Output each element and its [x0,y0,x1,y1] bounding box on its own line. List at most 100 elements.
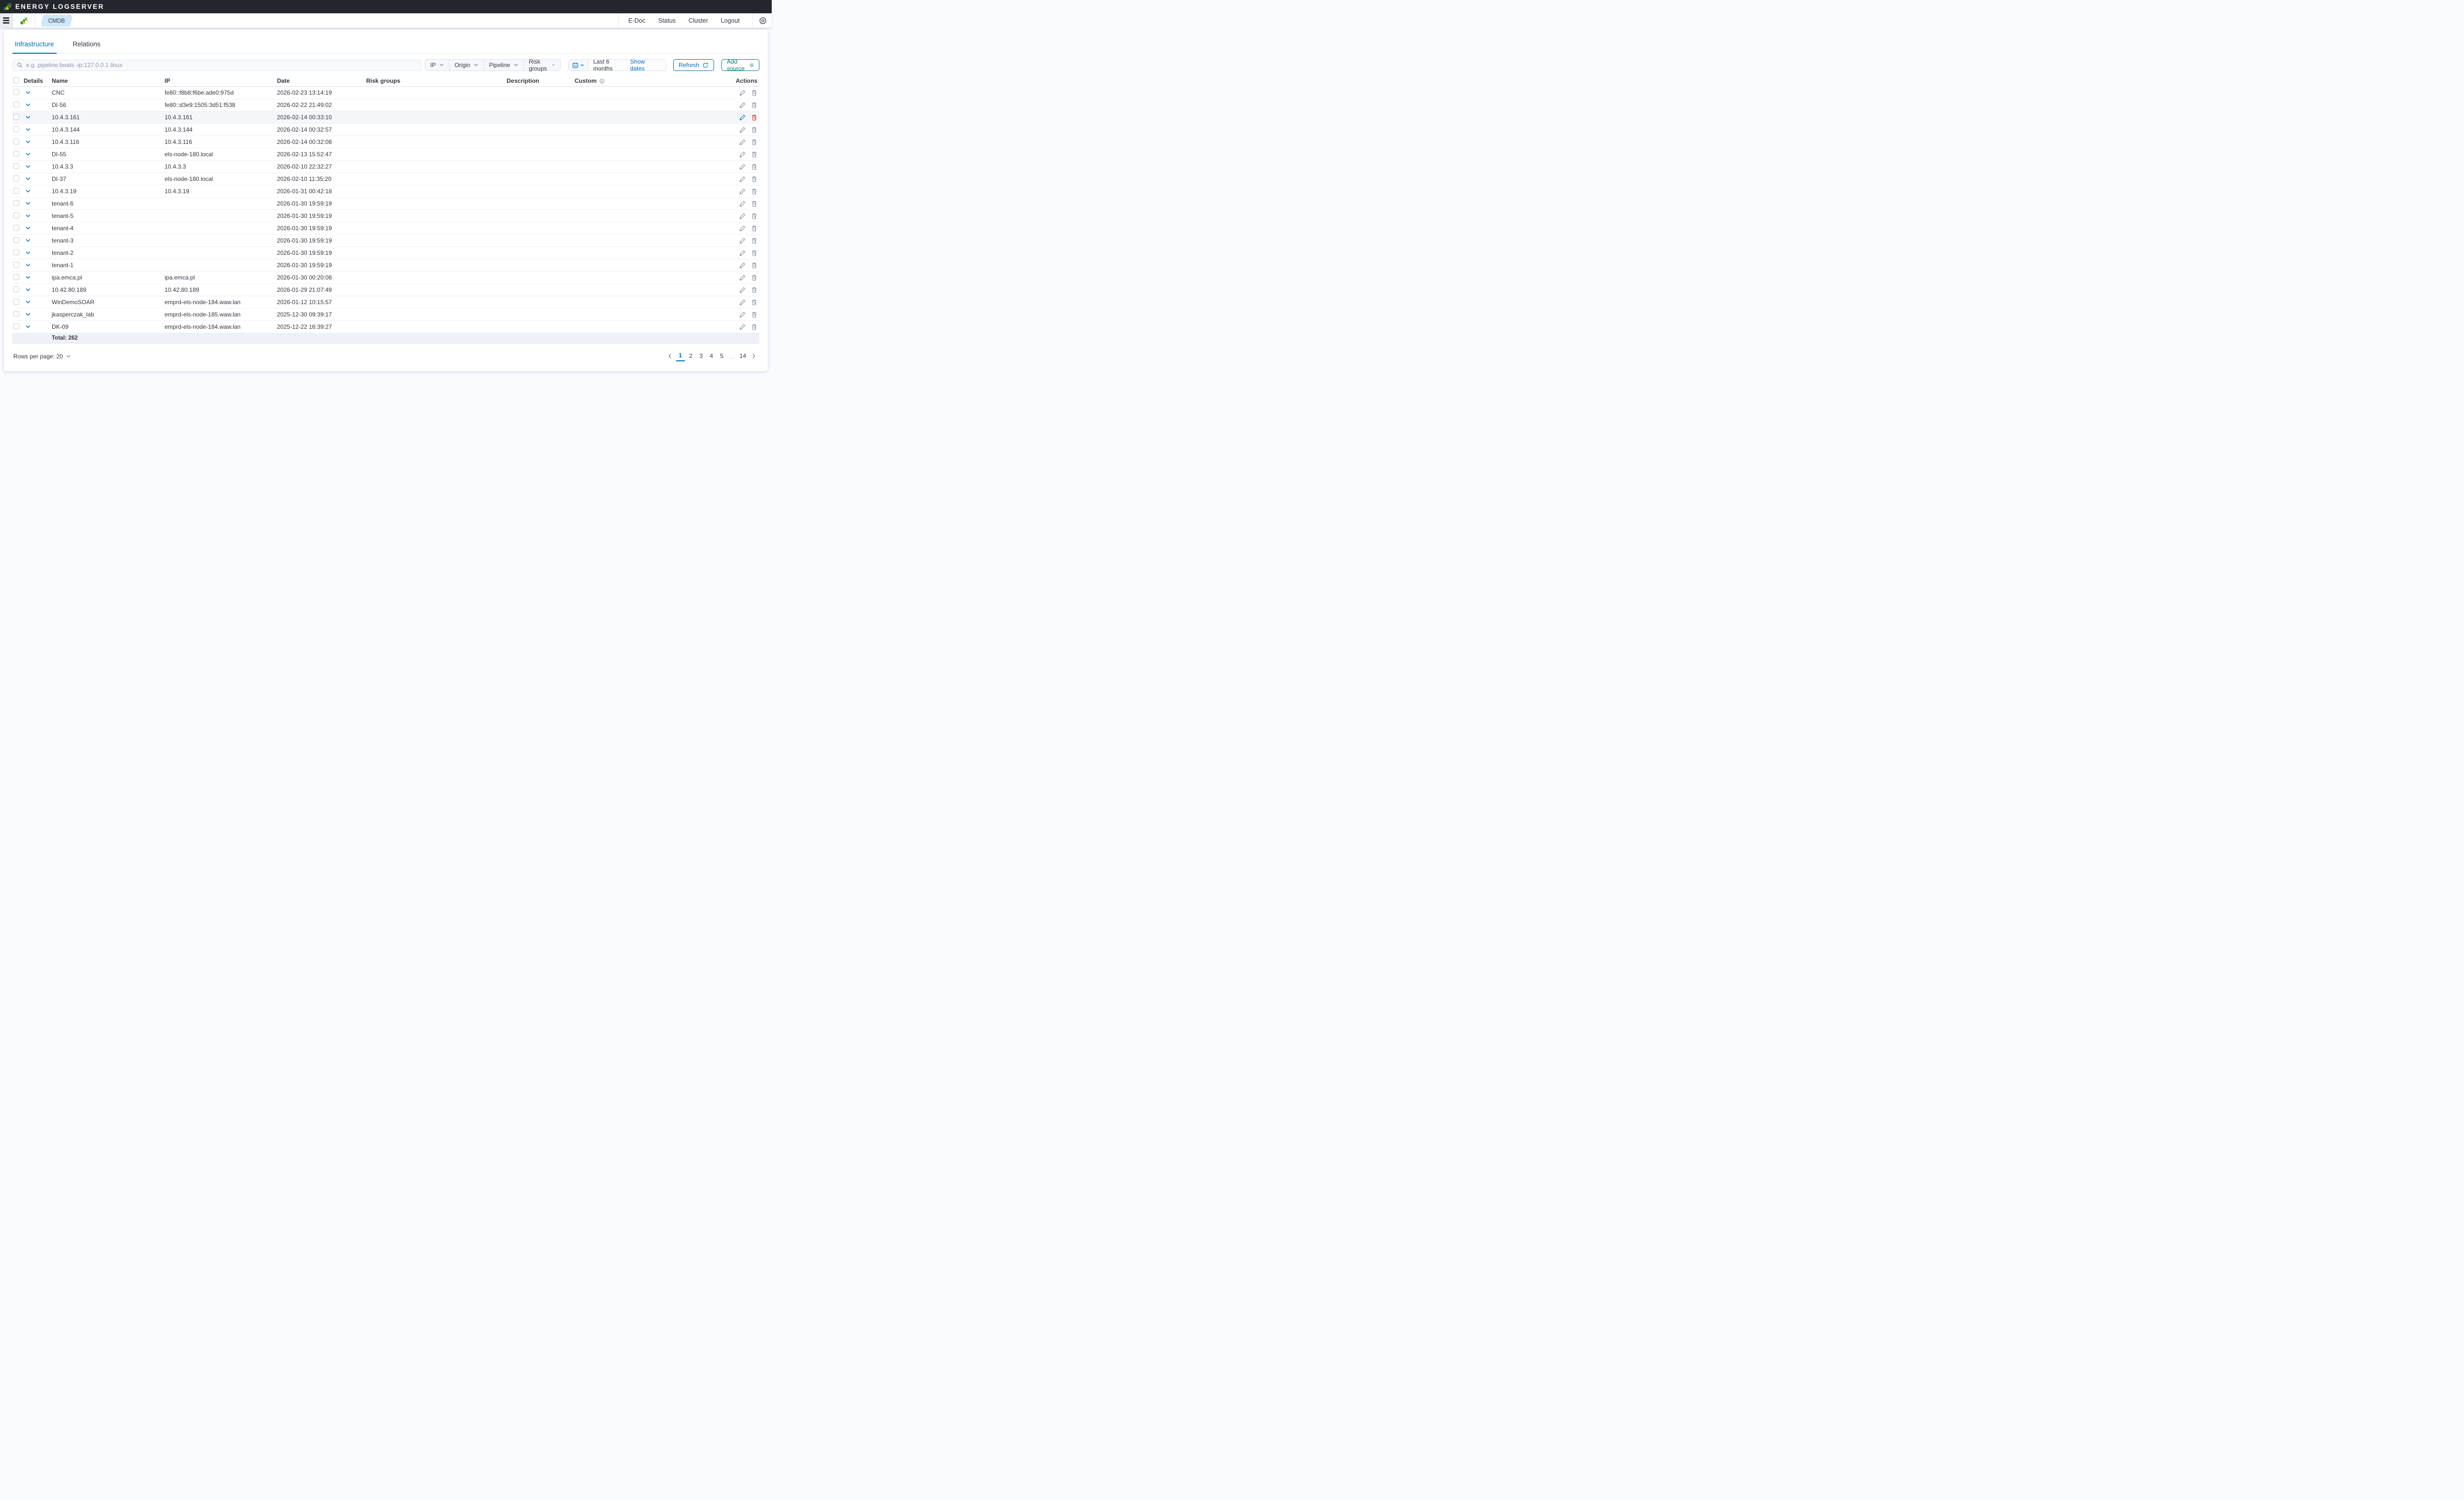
table-row[interactable]: 10.4.3.19 10.4.3.19 2026-01-31 00:42:18 [12,185,759,198]
filter-risk-groups[interactable]: Risk groups [524,59,561,71]
delete-icon[interactable] [751,250,757,256]
row-checkbox[interactable] [13,126,19,132]
app-logo[interactable] [13,13,35,28]
pagination-page-5[interactable]: 5 [718,351,726,361]
table-row[interactable]: jkasperczak_lab emprd-els-node-185.waw.l… [12,309,759,321]
edit-icon[interactable] [739,90,746,96]
nav-link-cluster[interactable]: Cluster [688,17,708,24]
rows-per-page-selector[interactable]: Rows per page: 20 [13,353,71,360]
edit-icon[interactable] [739,275,746,281]
pagination-page-4[interactable]: 4 [707,351,716,361]
edit-icon[interactable] [739,151,746,158]
row-checkbox[interactable] [13,237,19,243]
row-checkbox[interactable] [13,188,19,194]
delete-icon[interactable] [751,312,757,318]
delete-icon[interactable] [751,262,757,269]
refresh-button[interactable]: Refresh [673,59,714,71]
row-checkbox[interactable] [13,163,19,169]
edit-icon[interactable] [739,299,746,306]
table-row[interactable]: tenant-6 2026-01-30 19:59:19 [12,198,759,210]
delete-icon[interactable] [751,102,757,108]
help-button[interactable] [753,13,772,28]
table-row[interactable]: tenant-4 2026-01-30 19:59:19 [12,222,759,235]
table-row[interactable]: DK-09 emprd-els-node-184.waw.lan 2025-12… [12,321,759,333]
delete-icon[interactable] [751,114,757,121]
search-box[interactable] [12,60,421,71]
row-checkbox[interactable] [13,286,19,292]
table-row[interactable]: tenant-1 2026-01-30 19:59:19 [12,259,759,272]
edit-icon[interactable] [739,114,746,121]
show-dates-link[interactable]: Show dates [630,59,661,71]
select-all-checkbox[interactable] [13,77,19,83]
expand-row-icon[interactable] [25,287,31,293]
table-row[interactable]: CNC fe80::f8b8:f6be:ade0:975d 2026-02-23… [12,87,759,99]
edit-icon[interactable] [739,213,746,219]
delete-icon[interactable] [751,139,757,145]
delete-icon[interactable] [751,201,757,207]
expand-row-icon[interactable] [25,102,31,108]
table-row[interactable]: ipa.emca.pl ipa.emca.pl 2026-01-30 00:20… [12,272,759,284]
expand-row-icon[interactable] [25,324,31,330]
expand-row-icon[interactable] [25,299,31,305]
tab-infrastructure[interactable]: Infrastructure [12,40,57,53]
row-checkbox[interactable] [13,89,19,95]
delete-icon[interactable] [751,238,757,244]
expand-row-icon[interactable] [25,176,31,182]
row-checkbox[interactable] [13,262,19,268]
delete-icon[interactable] [751,324,757,330]
table-row[interactable]: tenant-2 2026-01-30 19:59:19 [12,247,759,259]
next-page-button[interactable] [749,352,758,360]
row-checkbox[interactable] [13,225,19,231]
menu-button[interactable] [0,13,13,28]
filter-ip[interactable]: IP [425,59,449,71]
delete-icon[interactable] [751,164,757,170]
delete-icon[interactable] [751,188,757,195]
row-checkbox[interactable] [13,139,19,144]
row-checkbox[interactable] [13,212,19,218]
edit-icon[interactable] [739,238,746,244]
row-checkbox[interactable] [13,323,19,329]
info-icon[interactable] [599,78,605,84]
table-row[interactable]: tenant-5 2026-01-30 19:59:19 [12,210,759,222]
row-checkbox[interactable] [13,175,19,181]
delete-icon[interactable] [751,90,757,96]
date-picker-button[interactable] [569,60,588,70]
delete-icon[interactable] [751,299,757,306]
row-checkbox[interactable] [13,249,19,255]
table-row[interactable]: 10.4.3.161 10.4.3.161 2026-02-14 00:33:1… [12,111,759,124]
table-row[interactable]: 10.42.80.189 10.42.80.189 2026-01-29 21:… [12,284,759,296]
row-checkbox[interactable] [13,102,19,107]
delete-icon[interactable] [751,225,757,232]
expand-row-icon[interactable] [25,213,31,219]
expand-row-icon[interactable] [25,127,31,133]
edit-icon[interactable] [739,312,746,318]
edit-icon[interactable] [739,225,746,232]
edit-icon[interactable] [739,262,746,269]
breadcrumb[interactable]: CMDB [42,15,71,27]
add-source-button[interactable]: Add source [721,59,759,71]
expand-row-icon[interactable] [25,250,31,256]
row-checkbox[interactable] [13,299,19,305]
pagination-page-14[interactable]: 14 [738,351,748,361]
edit-icon[interactable] [739,250,746,256]
pagination-page-1[interactable]: 1 [676,351,685,361]
expand-row-icon[interactable] [25,225,31,231]
expand-row-icon[interactable] [25,151,31,157]
edit-icon[interactable] [739,324,746,330]
row-checkbox[interactable] [13,311,19,317]
expand-row-icon[interactable] [25,275,31,280]
edit-icon[interactable] [739,188,746,195]
date-range-value[interactable]: Last 6 months [593,59,630,71]
nav-link-logout[interactable]: Logout [721,17,740,24]
previous-page-button[interactable] [665,352,675,360]
tab-relations[interactable]: Relations [70,40,103,53]
edit-icon[interactable] [739,127,746,133]
edit-icon[interactable] [739,102,746,108]
table-row[interactable]: DI-37 els-node-180.local 2026-02-10 11:3… [12,173,759,185]
row-checkbox[interactable] [13,200,19,206]
row-checkbox[interactable] [13,114,19,120]
expand-row-icon[interactable] [25,312,31,317]
delete-icon[interactable] [751,213,757,219]
edit-icon[interactable] [739,164,746,170]
expand-row-icon[interactable] [25,262,31,268]
